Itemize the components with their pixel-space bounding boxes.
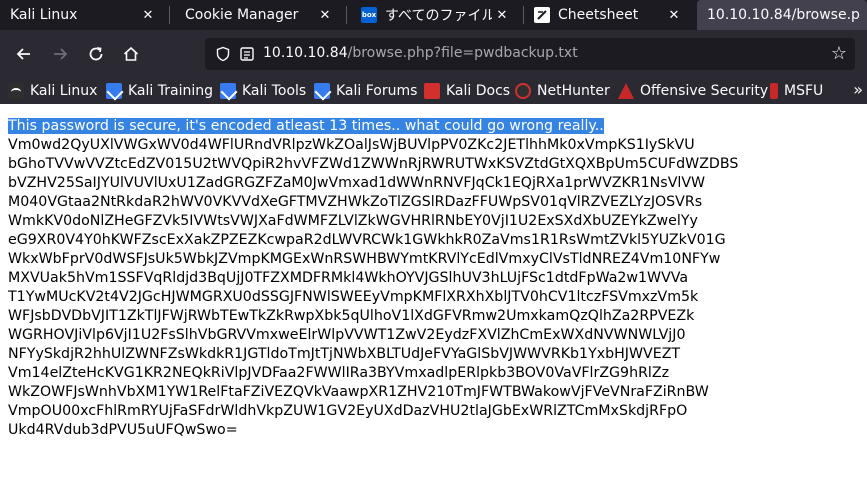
selected-text: This password is secure, it's encoded at… [8,118,604,134]
page-content: This password is secure, it's encoded at… [0,104,867,504]
bookmark-offensive-security[interactable]: Offensive Security [618,81,768,101]
reload-button[interactable] [84,42,108,66]
shield-icon[interactable] [215,46,231,62]
url-bar[interactable]: 10.10.10.84/browse.php?file=pwdbackup.tx… [205,38,855,70]
tab-separator [346,6,347,24]
bookmark-kali-forums[interactable]: Kali Forums [314,81,417,101]
home-button[interactable] [119,42,143,66]
close-icon[interactable]: ✕ [664,8,684,23]
tab-browse-active[interactable]: 10.10.10.84/browse.p [697,0,867,30]
back-arrow-icon [16,48,30,60]
url-host: 10.10.10.84 [263,45,348,61]
encoded-line: WmkKV0doNlZHeGFZVk5IVWtsVWJXaFdWMFZLVlZk… [8,213,698,229]
tab-box-files[interactable]: box すべてのファイル ✕ [351,0,522,30]
url-text[interactable]: 10.10.10.84/browse.php?file=pwdbackup.tx… [263,45,578,61]
bookmark-label: Kali Forums [336,83,418,99]
bookmark-label: Kali Docs [446,83,511,99]
kali-icon [106,83,122,99]
tab-title: Kali Linux [10,7,78,23]
back-button[interactable] [12,42,36,66]
tab-kali-linux[interactable]: Kali Linux ✕ [0,0,168,30]
url-path: /browse.php?file=pwdbackup.txt [347,45,578,61]
tab-title: すべてのファイル [385,8,492,24]
tab-title: Cookie Manager [185,7,299,23]
kali-dragon-icon [8,83,24,99]
encoded-line: NFYySkdjR2hhUlZWNFZsWkdkR1JGTldoTmJtTjNW… [8,346,681,362]
close-icon[interactable]: ✕ [315,8,335,23]
forward-button[interactable] [48,42,72,66]
encoded-line: MXVUak5hVm1SSFVqRldjd3BqUjJ0TFZXMDFRMkl4… [8,270,689,286]
tab-separator [169,6,170,24]
bookmark-star-icon[interactable]: ☆ [831,43,847,64]
nethunter-icon [515,83,531,99]
kali-docs-icon [424,83,440,99]
tab-title: Cheetsheet [558,7,639,23]
navigation-bar: 10.10.10.84/browse.php?file=pwdbackup.tx… [0,30,867,78]
bookmark-kali-training[interactable]: Kali Training [106,81,213,101]
encoded-line: Vm14elZteHcKVG1KR2NEQkRiVlpJVDFaa2FWWlIR… [8,365,670,381]
encoded-line: Ukd4RVdub3dPVU5uUFQwSwo= [8,422,238,438]
bookmark-label: MSFU [784,83,824,99]
close-icon[interactable]: ✕ [138,8,158,23]
reload-icon [89,47,103,61]
encoded-line: T1YwMUcKV2t4V2JGcHJWMGRXU0dSSGJFNWlSWEEy… [8,289,699,305]
msfu-icon [770,83,778,99]
encoded-line: eG9XR0V4Y0hKWFZscExXakZPZEZKcwpaR2dLWVRC… [8,232,726,248]
kali-icon [314,83,330,99]
close-icon[interactable]: ✕ [492,8,512,23]
encoded-line: WGRHOVJiVlp6VjI1U2FsSlhVbGRVVmxweElrWlpV… [8,327,686,343]
tab-bar: Kali Linux ✕ Cookie Manager ✕ box すべてのファ… [0,0,867,30]
bookmark-label: Kali Linux [30,83,98,99]
page-info-icon[interactable] [239,46,255,62]
tab-title: 10.10.10.84/browse.p [707,7,860,23]
bookmark-label: NetHunter [537,83,610,99]
bookmark-kali-tools[interactable]: Kali Tools [220,81,306,101]
forward-arrow-icon [54,48,68,60]
encoded-line: WkxWbFprV0dWSFJsUk5WbkJZVmpKMGExWnRSWHBW… [8,251,721,267]
bookmark-label: Offensive Security [640,83,769,99]
tab-cheetsheet[interactable]: Cheetsheet ✕ [524,0,694,30]
encoded-line: M040VGtaa2NtRkdaR2hWV0VKVVdXeGFTMVZHWkZo… [8,194,703,210]
bookmark-label: Kali Training [128,83,213,99]
bookmark-kali-docs[interactable]: Kali Docs [424,81,510,101]
bookmarks-toolbar: Kali Linux Kali Training Kali Tools Kali… [0,78,867,104]
document-icon [534,7,550,23]
file-content: This password is secure, it's encoded at… [8,117,738,440]
encoded-line: Vm0wd2QyUXlVWGxWV0d4WFlURndVRlpzWkZOalJs… [8,137,695,153]
bookmark-label: Kali Tools [242,83,307,99]
tab-cookie-manager[interactable]: Cookie Manager ✕ [175,0,345,30]
home-icon [123,46,139,61]
encoded-line: VmpOU00xcFhlRmRYUjFaSFdrWldhVkpZUW1GV2Ey… [8,403,688,419]
box-icon: box [361,7,377,23]
kali-icon [220,83,236,99]
chevron-right-icon[interactable]: » [853,80,863,99]
encoded-line: WkZOWFJsWnhVbXM1YW1RelFtaFZiVEZQVkVaawpX… [8,384,709,400]
offsec-icon [618,83,634,99]
encoded-line: bVZHV25SaIJYUlVUVlUxU1ZadGRGZFZaM0JwVmxa… [8,175,706,191]
encoded-line: WFJsbDVDbVJIT1ZkTlJFWjRWbTEwTkZkRwpXbk5q… [8,308,695,324]
bookmark-msfu[interactable]: MSFU [770,81,823,101]
encoded-line: bGhoTVVwVVZtcEdZV015U2tWVQpiR2hvVFZWd1ZW… [8,156,739,172]
bookmark-kali-linux[interactable]: Kali Linux [8,81,97,101]
bookmark-nethunter[interactable]: NetHunter [515,81,610,101]
